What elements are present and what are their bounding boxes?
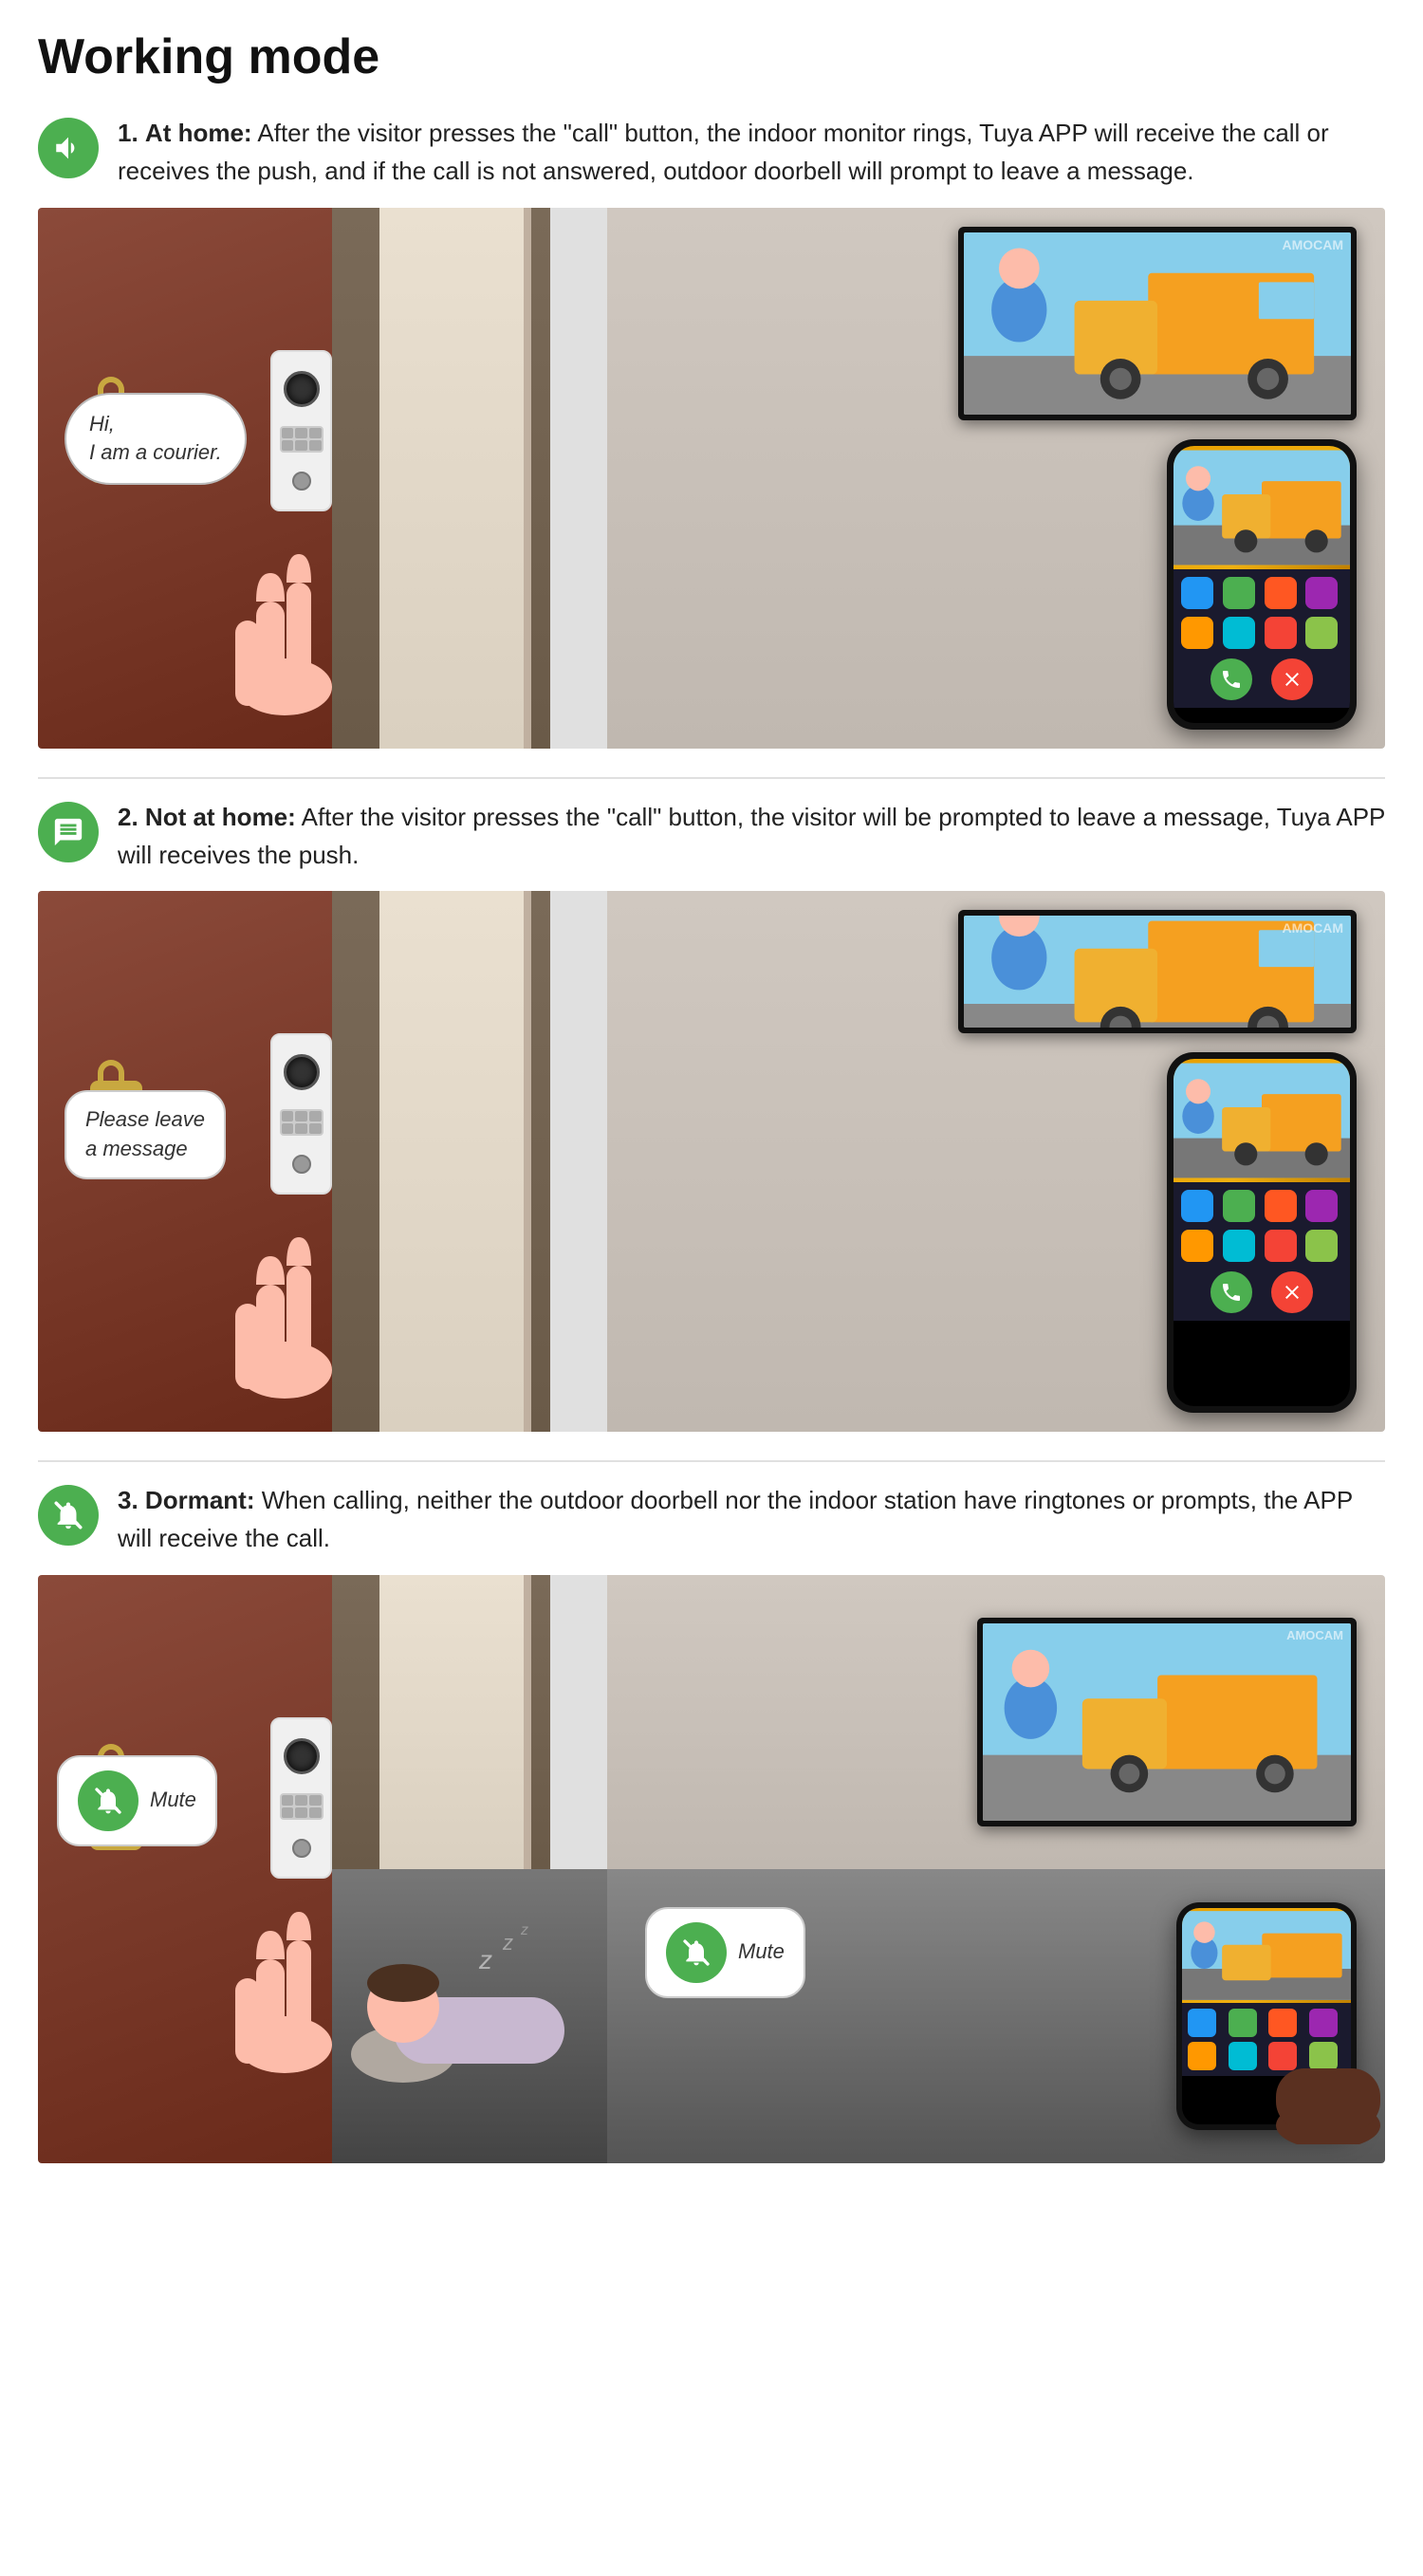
scene2-room: The screen turns on onceand then turns o… bbox=[607, 891, 1385, 1432]
scene3-room-top: AMOCAM bbox=[607, 1575, 1385, 1869]
phone-video-3 bbox=[1182, 1908, 1351, 2003]
phone-screen-2 bbox=[1174, 1059, 1350, 1406]
doorbell-camera bbox=[284, 371, 320, 407]
scene3-right: AMOCAM bbox=[607, 1575, 1385, 2163]
svg-text:z: z bbox=[478, 1945, 492, 1974]
bubble-courier: Hi,I am a courier. bbox=[65, 393, 247, 486]
mode2-section: 2. Not at home: After the visitor presse… bbox=[38, 798, 1385, 1433]
phone-area-3 bbox=[1176, 1902, 1357, 2130]
bubble-mute-right: Mute bbox=[645, 1907, 805, 1998]
doorbell-camera-2 bbox=[284, 1054, 320, 1090]
monitor-content-svg bbox=[964, 232, 1351, 415]
mute-icon-circle-right bbox=[666, 1922, 727, 1983]
monitor-screen-3: AMOCAM bbox=[983, 1623, 1351, 1821]
doorbell-keypad-2 bbox=[280, 1109, 323, 1136]
hand-holding-svg bbox=[1271, 2049, 1385, 2144]
mode1-section: 1. At home: After the visitor presses th… bbox=[38, 114, 1385, 749]
mode3-header: 3. Dormant: When calling, neither the ou… bbox=[38, 1481, 1385, 1558]
hand-pressing bbox=[228, 526, 342, 720]
speaker-icon bbox=[52, 132, 84, 164]
phone-holder-area bbox=[1167, 1052, 1357, 1413]
monitor-content-svg-3 bbox=[983, 1623, 1351, 1821]
smartphone-1 bbox=[1167, 439, 1357, 730]
monitor-watermark-2: AMOCAM bbox=[1282, 920, 1343, 936]
doorbell-button bbox=[292, 472, 311, 491]
scene1: Hi,I am a courier. bbox=[38, 208, 1385, 749]
message-icon bbox=[52, 816, 84, 848]
phone-app-grid-2 bbox=[1174, 1182, 1350, 1321]
door-frame-3 bbox=[379, 1575, 531, 1869]
scene1-room: AMOCAM bbox=[607, 208, 1385, 749]
hand-svg bbox=[228, 526, 342, 715]
monitor-watermark-3: AMOCAM bbox=[1286, 1628, 1343, 1642]
scene2-wall-mid bbox=[332, 891, 607, 1432]
bubble-mute-left: Mute bbox=[57, 1755, 217, 1846]
doorbell-unit-1 bbox=[270, 350, 332, 511]
phone-app-grid bbox=[1174, 569, 1350, 708]
mode1-header: 1. At home: After the visitor presses th… bbox=[38, 114, 1385, 191]
bell-slash-icon-left bbox=[93, 1786, 123, 1816]
divider2 bbox=[38, 1460, 1385, 1462]
doorbell-keypad-3 bbox=[280, 1793, 323, 1820]
scene2: Please leavea message bbox=[38, 891, 1385, 1432]
phone-video-2 bbox=[1174, 1059, 1350, 1182]
door-frame-2 bbox=[379, 891, 531, 1432]
divider1 bbox=[38, 777, 1385, 779]
hand-pressing-2 bbox=[228, 1209, 342, 1403]
scene2-door-left: Please leavea message bbox=[38, 891, 332, 1432]
phone-video bbox=[1174, 446, 1350, 569]
bell-mute-icon bbox=[52, 1499, 84, 1531]
white-wall-2 bbox=[550, 891, 607, 1432]
bell-slash-icon-right bbox=[681, 1937, 712, 1968]
indoor-monitor-2: AMOCAM bbox=[958, 910, 1357, 1033]
scene1-wall-mid bbox=[332, 208, 607, 749]
doorbell-button-3 bbox=[292, 1839, 311, 1858]
doorbell-unit-3 bbox=[270, 1717, 332, 1879]
smartphone-2 bbox=[1167, 1052, 1357, 1413]
hand-svg-2 bbox=[228, 1209, 342, 1399]
doorbell-keypad bbox=[280, 426, 323, 453]
white-wall bbox=[550, 208, 607, 749]
scene3-room-bottom: Mute bbox=[607, 1869, 1385, 2163]
indoor-monitor: AMOCAM bbox=[958, 227, 1357, 420]
scene3-wall-mid: z z z bbox=[332, 1575, 607, 2163]
monitor-watermark: AMOCAM bbox=[1282, 237, 1343, 252]
svg-text:z: z bbox=[502, 1931, 513, 1955]
indoor-monitor-3: AMOCAM bbox=[977, 1618, 1357, 1826]
mode1-icon bbox=[38, 118, 99, 178]
mode2-text: 2. Not at home: After the visitor presse… bbox=[118, 798, 1385, 875]
white-wall-3 bbox=[550, 1575, 607, 1869]
mode3-icon bbox=[38, 1485, 99, 1546]
mode1-text: 1. At home: After the visitor presses th… bbox=[118, 114, 1385, 191]
door-frame bbox=[379, 208, 531, 749]
mode3-text: 3. Dormant: When calling, neither the ou… bbox=[118, 1481, 1385, 1558]
scene3-door-left: Mute bbox=[38, 1575, 332, 2163]
phone-video-svg-3 bbox=[1182, 1908, 1351, 2003]
bubble-leave-message: Please leavea message bbox=[65, 1090, 226, 1179]
page: Working mode 1. At home: After the visit… bbox=[0, 0, 1423, 2220]
hand-holding-phone bbox=[1271, 2049, 1385, 2149]
mode2-header: 2. Not at home: After the visitor presse… bbox=[38, 798, 1385, 875]
phone-video-svg bbox=[1174, 446, 1350, 569]
mode2-icon bbox=[38, 802, 99, 862]
svg-text:z: z bbox=[520, 1922, 528, 1938]
scene3: Mute bbox=[38, 1575, 1385, 2163]
mute-icon-circle-left bbox=[78, 1770, 139, 1831]
phone-video-svg-2 bbox=[1174, 1059, 1350, 1182]
wall-top bbox=[332, 1575, 607, 1869]
hand-pressing-3 bbox=[228, 1883, 342, 2078]
doorbell-camera-3 bbox=[284, 1738, 320, 1774]
scene1-door-left: Hi,I am a courier. bbox=[38, 208, 332, 749]
sleeping-person-svg: z z z bbox=[346, 1921, 593, 2111]
hand-svg-3 bbox=[228, 1883, 342, 2073]
mode3-section: 3. Dormant: When calling, neither the ou… bbox=[38, 1481, 1385, 2163]
phone-screen bbox=[1174, 446, 1350, 723]
doorbell-button-2 bbox=[292, 1155, 311, 1174]
monitor-screen-2: AMOCAM bbox=[964, 916, 1351, 1028]
page-title: Working mode bbox=[38, 28, 1385, 85]
doorbell-unit-2 bbox=[270, 1033, 332, 1195]
sleep-area: z z z bbox=[332, 1869, 607, 2163]
monitor-screen: AMOCAM bbox=[964, 232, 1351, 415]
